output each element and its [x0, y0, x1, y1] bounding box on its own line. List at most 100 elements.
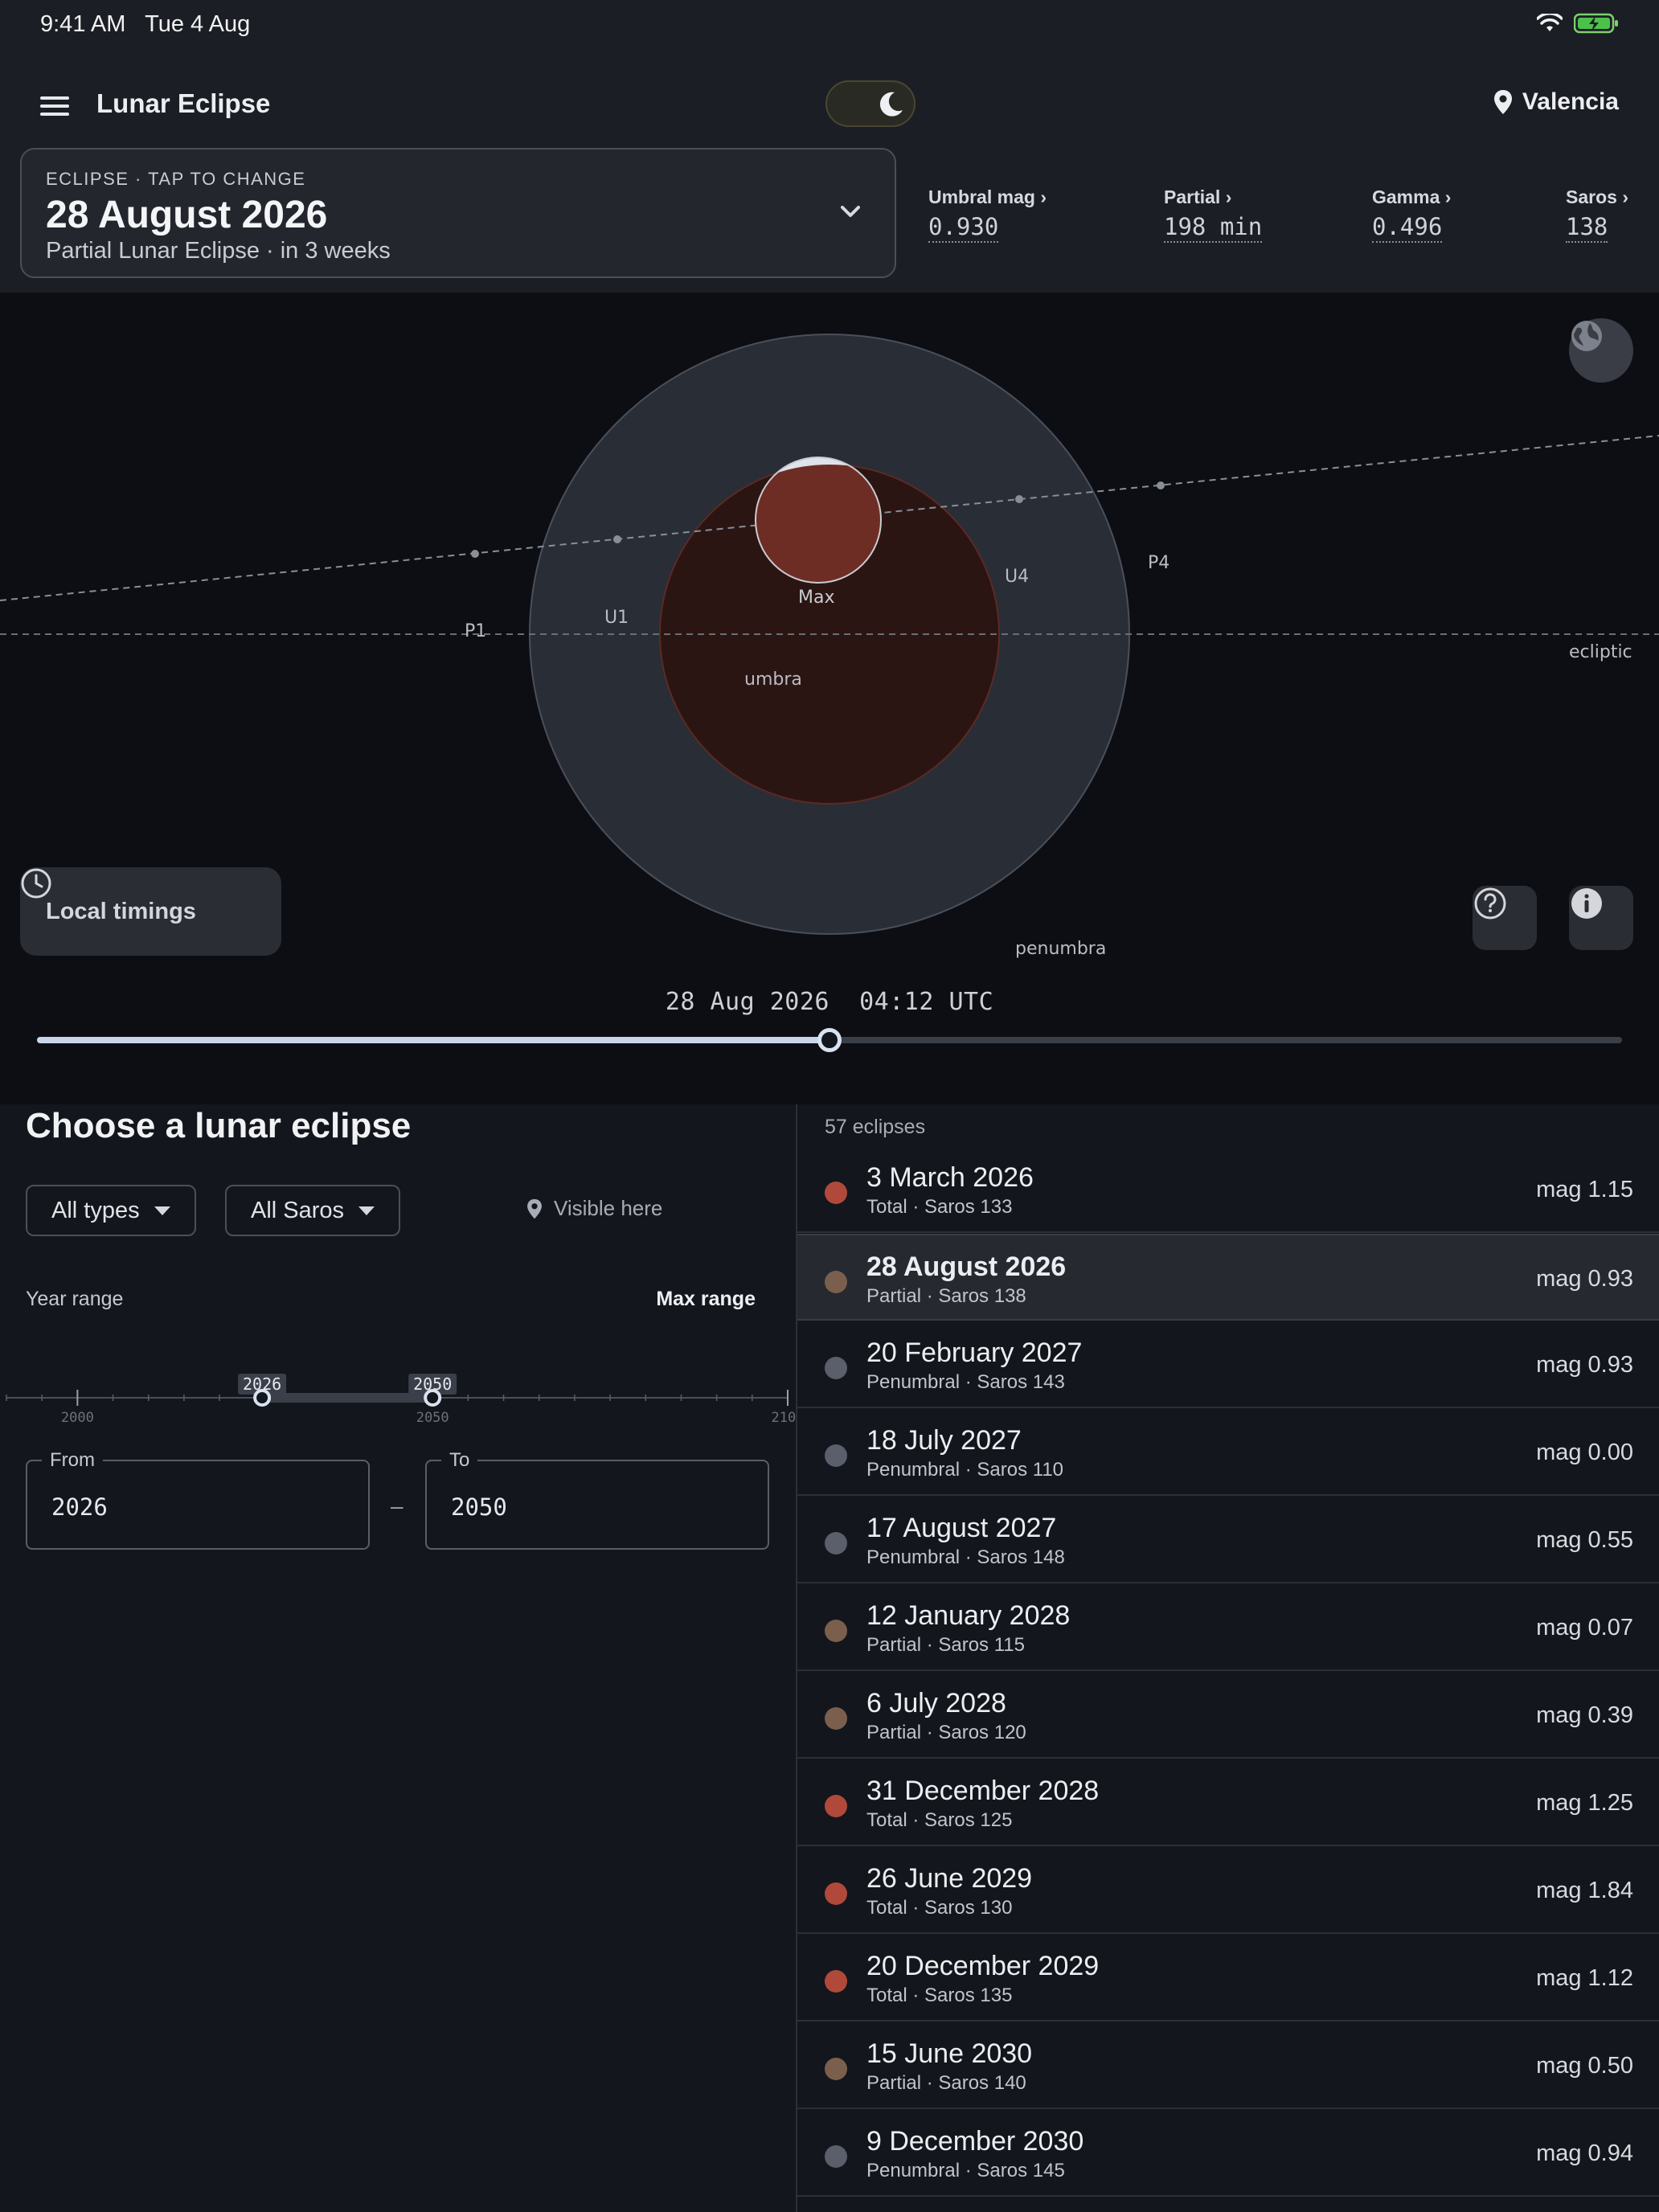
- info-button[interactable]: [1569, 886, 1633, 950]
- timeline-slider[interactable]: [37, 1028, 1622, 1052]
- from-field[interactable]: From 2026: [26, 1449, 370, 1550]
- eclipse-subtitle: Total · Saros 135: [866, 1985, 1013, 2006]
- eclipse-date: 9 December 2030: [866, 2126, 1084, 2157]
- range-separator: –: [391, 1493, 403, 1518]
- to-field-label: To: [441, 1449, 478, 1472]
- eclipse-selector[interactable]: ECLIPSE · TAP TO CHANGE 28 August 2026 P…: [20, 148, 896, 278]
- label-ecliptic: ecliptic: [1569, 642, 1632, 662]
- eclipse-list-item[interactable]: 9 December 2030 Penumbral · Saros 145 mag …: [797, 2110, 1659, 2197]
- contact-point-p1: [471, 550, 479, 558]
- eclipse-list-item[interactable]: 18 July 2027 Penumbral · Saros 110 mag 0.0…: [797, 1409, 1659, 1496]
- status-bar: 9:41 AM Tue 4 Aug: [0, 0, 1659, 51]
- label-u1: U1: [604, 608, 629, 628]
- location-button[interactable]: Valencia: [1493, 88, 1619, 116]
- range-tick-label: 2050: [416, 1410, 449, 1426]
- eclipse-magnitude: mag 0.93: [1536, 1352, 1633, 1378]
- to-field-value: 2050: [451, 1493, 507, 1521]
- status-date: Tue 4 Aug: [145, 11, 251, 37]
- location-pin-icon: [527, 1198, 542, 1219]
- eclipse-type-dot: [825, 1795, 847, 1817]
- eclipse-date: 31 December 2028: [866, 1776, 1100, 1806]
- selector-kicker: ECLIPSE · TAP TO CHANGE: [46, 169, 306, 189]
- eclipse-subtitle: Partial · Saros 120: [866, 1722, 1026, 1743]
- contact-point-p4: [1157, 481, 1165, 490]
- eclipse-magnitude: mag 0.50: [1536, 2053, 1633, 2079]
- stat-value: 0.496: [1372, 213, 1443, 243]
- eclipse-list-item[interactable]: 20 February 2027 Penumbral · Saros 143 mag…: [797, 1321, 1659, 1408]
- stat-label: Umbral mag ›: [928, 186, 1047, 207]
- local-timings-button[interactable]: Local timings: [20, 867, 281, 956]
- eclipse-magnitude: mag 0.00: [1536, 1440, 1633, 1465]
- eclipse-subtitle: Penumbral · Saros 143: [866, 1371, 1065, 1393]
- eclipse-list-item[interactable]: 28 August 2026 Partial · Saros 138 mag 0.9…: [797, 1234, 1659, 1321]
- eclipse-type-dot: [825, 1532, 847, 1555]
- info-icon: [1571, 888, 1602, 919]
- globe-icon: [1571, 321, 1602, 351]
- stat-label: Partial ›: [1164, 186, 1232, 207]
- eclipse-list: 57 eclipses 3 March 2026 Total · Saros 13…: [796, 1104, 1659, 2212]
- from-field-value: 2026: [51, 1493, 108, 1521]
- eclipse-list-item[interactable]: 3 March 2026 Total · Saros 133 mag 1.15: [797, 1146, 1659, 1233]
- stat-umbral-mag[interactable]: Umbral mag › 0.930: [928, 186, 1047, 243]
- dropdown-arrow-icon: [154, 1206, 170, 1215]
- eclipse-diagram: P1 U1 Max U4 P4 umbra penumbra ecliptic …: [0, 293, 1659, 1104]
- eclipse-subtitle: Penumbral · Saros 110: [866, 1459, 1064, 1481]
- eclipse-list-item[interactable]: 31 December 2028 Total · Saros 125 mag 1.2…: [797, 1759, 1659, 1846]
- stat-saros[interactable]: Saros › 138: [1566, 186, 1628, 243]
- year-range-slider[interactable]: 20002050210020262050: [0, 1362, 796, 1442]
- selected-eclipse-date: 28 August 2026: [46, 194, 328, 236]
- eclipse-list-item[interactable]: 6 July 2028 Partial · Saros 120 mag 0.39: [797, 1672, 1659, 1759]
- theme-toggle[interactable]: [825, 80, 916, 127]
- type-dropdown[interactable]: All types: [26, 1185, 196, 1236]
- visible-here-filter[interactable]: Visible here: [526, 1196, 662, 1221]
- eclipse-type-dot: [825, 1882, 847, 1905]
- time-readout: 28 Aug 2026 04:12 UTC: [665, 988, 994, 1016]
- eclipse-subtitle: Partial · Saros 115: [866, 1634, 1025, 1656]
- stat-gamma[interactable]: Gamma › 0.496: [1372, 186, 1451, 243]
- eclipse-subtitle: Penumbral · Saros 148: [866, 1546, 1065, 1568]
- eclipse-type-dot: [825, 1357, 847, 1379]
- type-dropdown-label: All types: [51, 1197, 140, 1223]
- chevron-down-icon: [841, 206, 860, 217]
- eclipse-subtitle: Partial · Saros 138: [866, 1285, 1026, 1307]
- from-field-label: From: [42, 1449, 103, 1472]
- eclipse-magnitude: mag 1.84: [1536, 1878, 1633, 1903]
- help-button[interactable]: [1473, 886, 1537, 950]
- eclipse-list-item[interactable]: 20 December 2029 Total · Saros 135 mag 1.1…: [797, 1935, 1659, 2022]
- eclipse-magnitude: mag 0.55: [1536, 1527, 1633, 1553]
- eclipse-date: 12 January 2028: [866, 1600, 1071, 1631]
- eclipse-subtitle: Total · Saros 133: [866, 1196, 1013, 1218]
- range-handle-from[interactable]: [253, 1389, 272, 1407]
- saros-dropdown[interactable]: All Saros: [225, 1185, 401, 1236]
- selected-eclipse-subtitle: Partial Lunar Eclipse · in 3 weeks: [46, 238, 391, 264]
- eclipse-date: 3 March 2026: [866, 1162, 1034, 1193]
- stat-label: Saros ›: [1566, 186, 1628, 207]
- range-handle-to[interactable]: [424, 1389, 442, 1407]
- globe-button[interactable]: [1569, 318, 1633, 383]
- eclipse-list-item[interactable]: 12 January 2028 Partial · Saros 115 mag 0.…: [797, 1584, 1659, 1671]
- eclipse-type-dot: [825, 1707, 847, 1730]
- eclipse-list-item[interactable]: 17 August 2027 Penumbral · Saros 148 mag 0…: [797, 1497, 1659, 1583]
- app-header: Lunar Eclipse Valencia ECLIPSE · TAP TO …: [0, 51, 1659, 293]
- moon-icon: [879, 92, 903, 117]
- eclipse-type-dot: [825, 2058, 847, 2080]
- eclipse-date: 6 July 2028: [866, 1688, 1006, 1718]
- eclipse-type-dot: [825, 1970, 847, 1993]
- panel-title: Choose a lunar eclipse: [26, 1106, 412, 1145]
- menu-icon[interactable]: [40, 92, 76, 127]
- stat-partial-duration[interactable]: Partial › 198 min: [1164, 186, 1263, 243]
- eclipse-list-item[interactable]: 15 June 2030 Partial · Saros 140 mag 0.50: [797, 2022, 1659, 2109]
- timeline-thumb[interactable]: [817, 1028, 842, 1052]
- eclipse-subtitle: Partial · Saros 140: [866, 2072, 1026, 2094]
- eclipse-magnitude: mag 0.07: [1536, 1615, 1633, 1641]
- eclipse-date: 20 February 2027: [866, 1337, 1083, 1368]
- max-range-button[interactable]: Max range: [656, 1288, 756, 1311]
- label-max: Max: [798, 588, 834, 608]
- eclipse-list-item[interactable]: 26 June 2029 Total · Saros 130 mag 1.84: [797, 1847, 1659, 1934]
- saros-dropdown-label: All Saros: [251, 1197, 345, 1223]
- eclipse-magnitude: mag 0.39: [1536, 1702, 1633, 1728]
- visible-here-label: Visible here: [554, 1196, 663, 1220]
- stat-value: 198 min: [1164, 213, 1263, 243]
- range-selected-band: [262, 1393, 433, 1403]
- to-field[interactable]: To 2050: [425, 1449, 769, 1550]
